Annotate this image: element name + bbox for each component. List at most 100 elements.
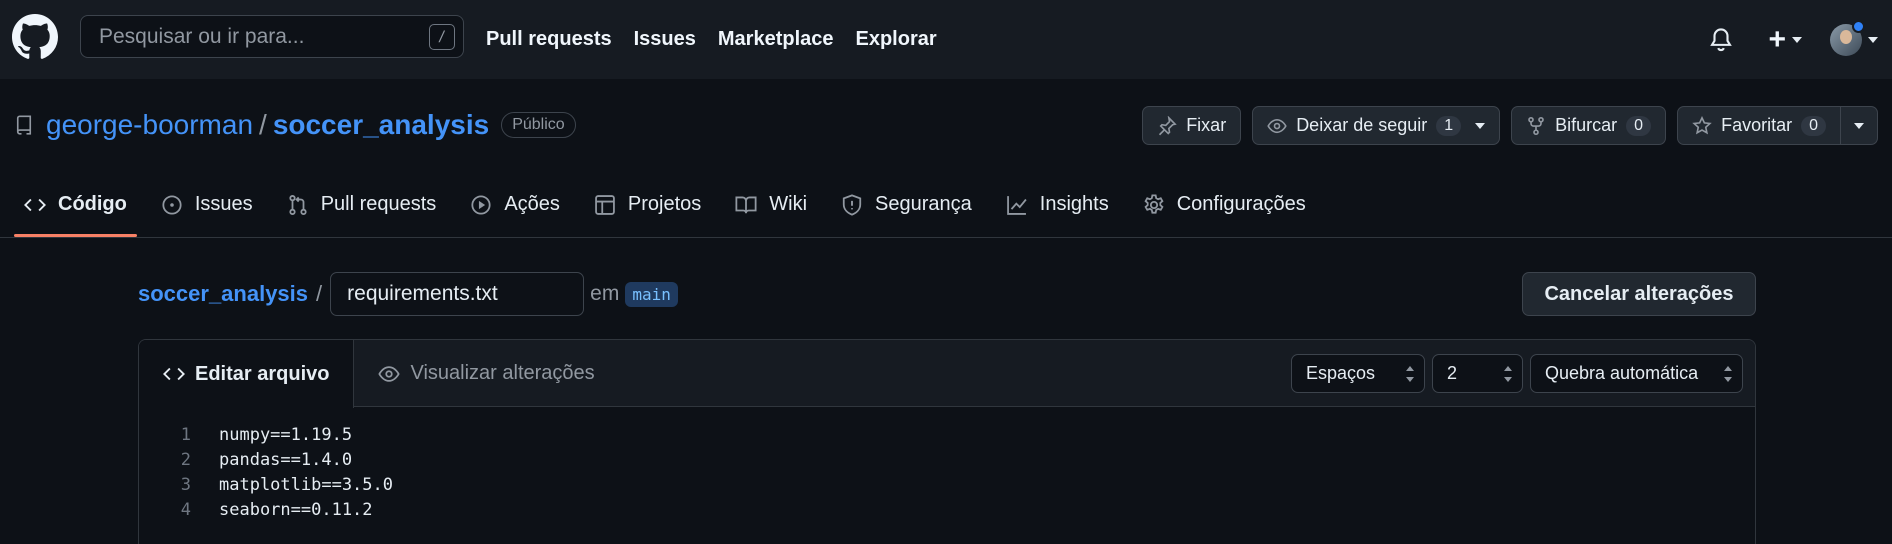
nav-marketplace[interactable]: Marketplace [718, 28, 834, 51]
tab-label: Segurança [875, 193, 972, 215]
plus-icon: + [1768, 22, 1786, 56]
file-editor: Editar arquivo Visualizar alterações Esp… [138, 339, 1756, 544]
repo-owner-link[interactable]: george-boorman [46, 109, 253, 141]
star-icon [1692, 115, 1712, 134]
tab-preview-changes-label: Visualizar alterações [410, 362, 595, 384]
header-right: + [1708, 0, 1878, 79]
repo-separator: / [259, 109, 267, 140]
line-number: 2 [180, 449, 191, 470]
tab-edit-file[interactable]: Editar arquivo [139, 340, 355, 408]
table-icon [595, 194, 615, 215]
eye-icon [1267, 118, 1287, 133]
line-text: seaborn==0.11.2 [219, 499, 373, 520]
nav-explore[interactable]: Explorar [856, 28, 937, 51]
tab-label: Ações [504, 193, 560, 215]
watch-button[interactable]: Deixar de seguir 1 [1252, 106, 1501, 145]
select-arrows-icon [1504, 366, 1512, 382]
code-line: 1 numpy==1.19.5 [139, 422, 1755, 447]
wrap-mode-select[interactable]: Quebra automática [1530, 354, 1743, 393]
filename-input[interactable]: requirements.txt [330, 272, 585, 316]
tab-wiki[interactable]: Wiki [725, 180, 817, 229]
line-text: matplotlib==3.5.0 [219, 474, 393, 495]
indent-size-select[interactable]: 2 [1432, 354, 1523, 393]
cancel-changes-button[interactable]: Cancelar alterações [1522, 272, 1756, 316]
breadcrumb-repo-link[interactable]: soccer_analysis [138, 281, 308, 307]
bell-icon[interactable] [1708, 27, 1734, 53]
branch-badge: main [625, 281, 678, 307]
fork-button[interactable]: Bifurcar 0 [1511, 106, 1667, 145]
select-arrows-icon [1724, 366, 1732, 382]
line-text: pandas==1.4.0 [219, 449, 353, 470]
tab-code[interactable]: Código [14, 180, 137, 237]
search-input[interactable]: Pesquisar ou ir para... / [80, 15, 464, 58]
pin-button[interactable]: Fixar [1142, 106, 1242, 145]
global-header: Pesquisar ou ir para... / Pull requests … [0, 0, 1892, 79]
notification-dot [1852, 19, 1865, 33]
wrap-mode-value: Quebra automática [1545, 363, 1699, 383]
chevron-down-icon [1854, 122, 1864, 129]
indent-mode-value: Espaços [1306, 363, 1376, 383]
editor-toolbar: Editar arquivo Visualizar alterações Esp… [139, 340, 1755, 408]
book-icon [735, 196, 757, 213]
github-logo-icon[interactable] [12, 14, 58, 60]
repo-name-link[interactable]: soccer_analysis [273, 109, 489, 141]
in-branch-label: em [590, 282, 620, 305]
tab-label: Pull requests [320, 193, 437, 215]
indent-size-value: 2 [1447, 363, 1458, 383]
shield-icon [842, 193, 862, 216]
pin-icon [1159, 115, 1177, 135]
repo-actions: Fixar Deixar de seguir 1 Bifurcar 0 Favo… [1142, 106, 1878, 145]
tab-actions[interactable]: Ações [460, 180, 570, 229]
tab-projects[interactable]: Projetos [584, 180, 711, 229]
editor-options: Espaços 2 Quebra automática [1291, 354, 1743, 393]
top-nav: Pull requests Issues Marketplace Explora… [486, 0, 937, 79]
code-icon [24, 198, 46, 211]
search-placeholder: Pesquisar ou ir para... [99, 24, 305, 48]
star-button-group: Favoritar 0 [1677, 106, 1878, 145]
chevron-down-icon [1868, 36, 1878, 43]
nav-issues[interactable]: Issues [634, 28, 696, 51]
tab-label: Código [58, 193, 127, 215]
line-number: 3 [180, 474, 191, 495]
issue-icon [162, 194, 182, 215]
star-button[interactable]: Favoritar 0 [1677, 106, 1841, 145]
line-number: 1 [180, 424, 191, 445]
fork-count: 0 [1626, 115, 1652, 136]
tab-security[interactable]: Segurança [831, 180, 982, 229]
chevron-down-icon [1475, 122, 1486, 129]
tab-edit-file-label: Editar arquivo [195, 362, 330, 385]
fork-label: Bifurcar [1555, 115, 1618, 135]
fork-icon [1528, 116, 1544, 135]
tab-label: Projetos [627, 193, 702, 215]
create-new-button[interactable]: + [1768, 22, 1802, 56]
nav-pull-requests[interactable]: Pull requests [486, 28, 612, 51]
repo-icon [16, 115, 32, 135]
star-count: 0 [1801, 115, 1826, 136]
tab-label: Issues [194, 193, 253, 215]
chevron-down-icon [1792, 36, 1802, 43]
tab-settings[interactable]: Configurações [1133, 180, 1316, 229]
star-lists-dropdown[interactable] [1841, 106, 1878, 145]
visibility-badge: Público [501, 112, 576, 138]
gear-icon [1144, 193, 1164, 214]
repo-title: george-boorman / soccer_analysis Público [14, 106, 576, 144]
user-menu-button[interactable] [1830, 19, 1878, 56]
tab-preview-changes[interactable]: Visualizar alterações [354, 340, 618, 407]
code-line: 3 matplotlib==3.5.0 [139, 472, 1755, 497]
star-label: Favoritar [1721, 115, 1793, 135]
tab-label: Insights [1039, 193, 1109, 215]
editor-breadcrumb: soccer_analysis / requirements.txt em ma… [138, 272, 678, 316]
code-icon [163, 367, 185, 381]
pull-request-icon [289, 194, 307, 215]
tab-pull-requests[interactable]: Pull requests [277, 180, 447, 229]
tab-issues[interactable]: Issues [151, 180, 263, 229]
tab-insights[interactable]: Insights [996, 180, 1119, 229]
watch-label: Deixar de seguir [1296, 115, 1428, 135]
indent-mode-select[interactable]: Espaços [1291, 354, 1425, 393]
select-arrows-icon [1406, 366, 1414, 382]
search-shortcut-key: / [429, 24, 455, 50]
code-editor-area[interactable]: 1 numpy==1.19.5 2 pandas==1.4.0 3 matplo… [139, 407, 1755, 522]
graph-icon [1006, 195, 1027, 215]
breadcrumb-separator: / [316, 281, 323, 306]
pin-label: Fixar [1186, 115, 1227, 135]
